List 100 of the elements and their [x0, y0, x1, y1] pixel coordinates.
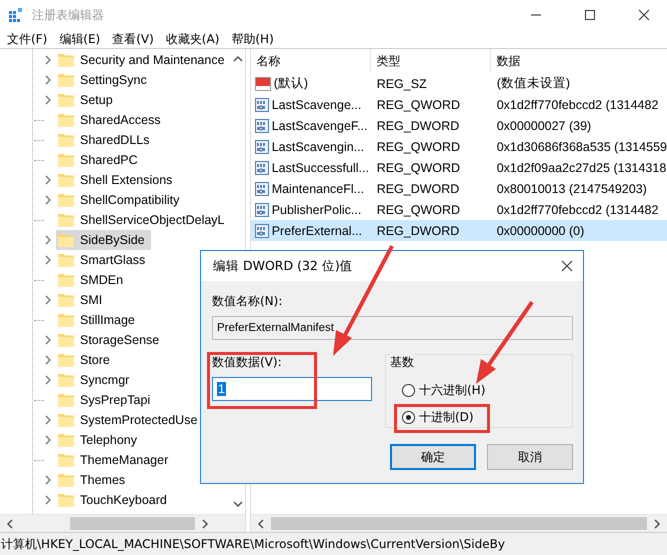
field-label: 数值名称(N): [212, 293, 284, 310]
table-cell-text: 0x00000027 (39) [496, 118, 592, 132]
folder-icon [58, 173, 74, 187]
folder-icon [58, 233, 74, 247]
table-cell: LastScavengeF... [272, 118, 368, 132]
tree-item[interactable]: SharedDLLs [56, 130, 156, 150]
binary-value-icon [254, 98, 269, 112]
menu-item[interactable]: 编辑(E) [54, 30, 106, 48]
table-cell-text: REG_QWORD [376, 140, 462, 154]
tree-item[interactable]: StillImage [56, 310, 141, 330]
binary-value-icon [254, 118, 269, 132]
value-row[interactable]: LastSuccessfull... REG_QWORD 0x1d2f09aa2c27d25 (1314318 [250, 157, 667, 178]
radio-button[interactable] [402, 384, 415, 397]
tree-item[interactable]: SettingSync [56, 70, 153, 90]
tree-item[interactable]: SystemProtectedUse [56, 410, 204, 430]
tree-item[interactable]: Syncmgr [56, 370, 136, 390]
tree-item[interactable]: Security and Maintenance [56, 50, 231, 70]
scrollbar[interactable] [0, 514, 245, 532]
tree-item[interactable]: SharedAccess [56, 110, 167, 130]
value-row[interactable]: LastScavenge... REG_QWORD 0x1d2ff770febccd2 (1314482 [250, 94, 667, 115]
folder-icon [58, 473, 74, 487]
tree-item[interactable]: SharedPC [56, 150, 144, 170]
table-cell-text: 0x1d2ff770febccd2 (1314482 [496, 98, 660, 112]
tree-item[interactable]: ShellCompatibility [56, 190, 186, 210]
close-icon[interactable] [638, 9, 650, 21]
folder-icon [58, 193, 74, 207]
folder-icon [58, 413, 74, 427]
folder-icon [58, 393, 74, 407]
tree-item[interactable]: SysPrepTapi [56, 390, 156, 410]
tree-item[interactable]: Setup [56, 90, 119, 110]
column-header[interactable]: 类型 [370, 49, 491, 73]
table-cell: PublisherPolic... [272, 202, 362, 216]
folder-icon [58, 73, 74, 87]
binary-value-icon [254, 160, 269, 174]
tree-item[interactable]: ThemeManager [56, 450, 174, 470]
value-row[interactable]: LastScavengin... REG_QWORD 0x1d30686f368a535 (1314559 [250, 136, 667, 157]
table-cell: (默认) [274, 75, 308, 92]
column-header[interactable]: 数据 [490, 49, 667, 73]
folder-icon [58, 293, 74, 307]
tree-item[interactable]: SMI [56, 290, 108, 310]
table-cell-text: REG_QWORD [376, 160, 462, 174]
table-cell: LastScavengin... [272, 140, 364, 154]
menu-item[interactable]: 文件(F) [2, 30, 52, 48]
table-cell-text: REG_QWORD [376, 98, 462, 112]
folder-icon [58, 93, 74, 107]
folder-icon [58, 313, 74, 327]
scrollbar[interactable] [250, 514, 667, 532]
folder-icon [58, 113, 74, 127]
value-row[interactable]: LastScavengeF... REG_DWORD 0x00000027 (39) [250, 115, 667, 136]
table-cell-text: 0x80010013 (2147549203) [496, 182, 648, 196]
tree-item[interactable]: SideBySide [56, 230, 151, 250]
value-field[interactable]: 1 [212, 377, 372, 401]
group-label: 基数 [390, 354, 414, 371]
table-cell: PreferExternal... [272, 224, 362, 238]
table-cell-text: (数值未设置) [496, 75, 572, 92]
folder-icon [58, 333, 74, 347]
menu-item[interactable]: 查看(V) [107, 30, 159, 48]
folder-icon [58, 53, 74, 67]
tree-item[interactable]: Telephony [56, 430, 143, 450]
name-field[interactable]: PreferExternalManifest [212, 316, 573, 340]
tree-item[interactable]: SMDEn [56, 270, 130, 290]
folder-icon [58, 373, 74, 387]
menu-item[interactable]: 收藏夹(A) [160, 30, 224, 48]
field-label: 数值数据(V): [212, 354, 283, 371]
radio-label[interactable]: 十六进制(H) [419, 382, 486, 399]
tree-item[interactable]: ShellServiceObjectDelayL [56, 210, 231, 230]
value-row[interactable]: MaintenanceFl... REG_DWORD 0x80010013 (2147549203) [250, 178, 667, 199]
table-cell: LastSuccessfull... [272, 160, 369, 174]
table-cell-text: REG_DWORD [376, 224, 460, 238]
table-cell-text: REG_DWORD [376, 182, 460, 196]
value-row[interactable]: (默认) REG_SZ (数值未设置) [250, 73, 667, 94]
tree-item[interactable]: SmartGlass [56, 250, 152, 270]
table-cell-text: 0x1d30686f368a535 (1314559 [496, 140, 667, 154]
dialog-button[interactable]: 确定 [390, 444, 476, 470]
folder-icon [58, 353, 74, 367]
folder-icon [58, 433, 74, 447]
menu-item[interactable]: 帮助(H) [226, 30, 279, 48]
table-cell-text: REG_DWORD [376, 118, 460, 132]
folder-icon [58, 133, 74, 147]
folder-icon [58, 153, 74, 167]
registry-icon [8, 7, 24, 23]
radio-button[interactable] [402, 411, 415, 424]
value-row[interactable]: PreferExternal... REG_DWORD 0x00000000 (0) [250, 220, 667, 241]
column-header[interactable]: 名称 [250, 49, 371, 73]
table-cell-text: 0x00000000 (0) [496, 224, 586, 238]
folder-icon [58, 453, 74, 467]
folder-icon [58, 493, 74, 507]
tree-item[interactable]: TouchKeyboard [56, 490, 173, 510]
value-row[interactable]: PublisherPolic... REG_QWORD 0x1d2ff770febccd2 (1314482 [250, 199, 667, 220]
table-cell-text: REG_QWORD [376, 202, 462, 216]
radio-label[interactable]: 十进制(D) [419, 409, 474, 426]
tree-item[interactable]: StorageSense [56, 330, 166, 350]
tree-item[interactable]: Themes [56, 470, 132, 490]
string-value-icon [254, 76, 271, 90]
dialog-button[interactable]: 取消 [487, 444, 573, 470]
close-icon[interactable] [561, 260, 573, 272]
tree-item[interactable]: Store [56, 350, 116, 370]
folder-icon [58, 213, 74, 227]
tree-item[interactable]: Shell Extensions [56, 170, 178, 190]
maximize-icon[interactable] [584, 9, 596, 21]
